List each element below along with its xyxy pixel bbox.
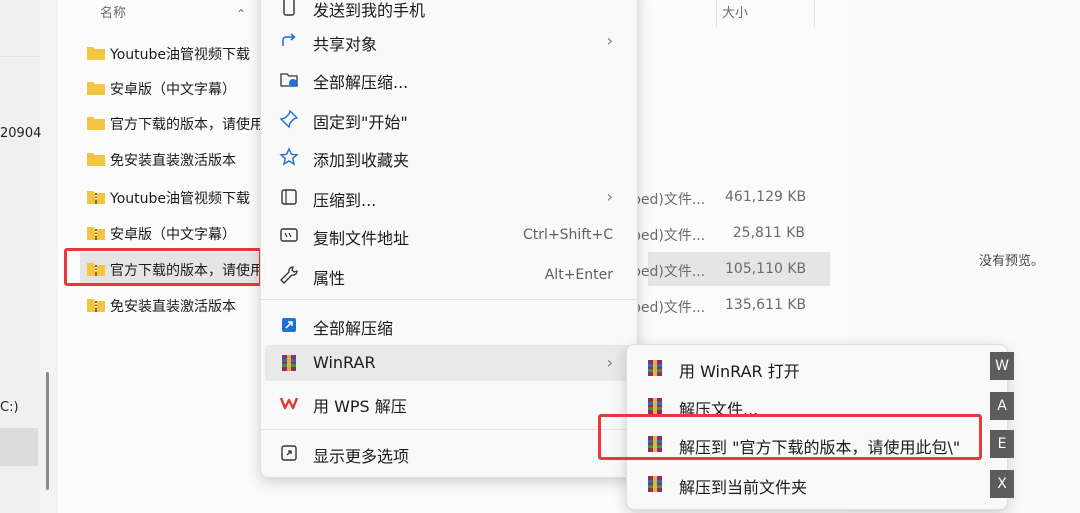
star-icon [279,147,299,166]
more-options-icon [281,445,297,461]
annotation-box-extract [598,414,982,460]
column-divider[interactable] [814,0,815,28]
file-type: ped)文件... [632,300,706,316]
menu-item-extract-all[interactable]: 全部解压缩... [265,61,633,97]
column-header-size[interactable]: 大小 [722,0,748,28]
copy-path-icon [280,228,298,242]
shortcut-properties: Alt+Enter [544,267,613,283]
context-menu: 发送到我的手机 共享对象 › 全部解压缩... 固定到"开始" 添加到收藏夹 压… [260,0,638,478]
folder-icon [87,153,105,166]
winrar-icon [648,360,662,376]
wps-icon [279,397,299,410]
menu-item-copy-path[interactable]: 复制文件地址 Ctrl+Shift+C [265,217,633,253]
chevron-right-icon: › [606,187,613,206]
column-divider[interactable] [716,0,717,28]
shortcut-copy-path: Ctrl+Shift+C [523,227,613,243]
zip-folder-icon [87,227,105,240]
winrar-icon [282,355,296,371]
nav-divider [0,56,40,57]
menu-item-wps-extract[interactable]: 用 WPS 解压 [265,385,633,421]
winrar-icon [648,398,662,414]
menu-separator [261,429,637,430]
file-name: 安卓版（中文字幕） [110,82,236,98]
wrench-icon [280,266,298,284]
chevron-right-icon: › [606,353,613,372]
menu-item-winrar[interactable]: WinRAR › [265,345,633,381]
menu-item-pin-to-start[interactable]: 固定到"开始" [265,101,633,137]
menu-item-properties[interactable]: 属性 Alt+Enter [265,257,633,293]
submenu-item-extract-here[interactable]: 解压到当前文件夹 [631,466,989,502]
menu-item-more-options[interactable]: 显示更多选项 [265,435,633,471]
folder-icon [87,47,105,60]
accelerator-key-w: W [990,352,1014,380]
share-icon [282,33,296,46]
accelerator-key-a: A [990,392,1014,420]
accelerator-key-x: X [990,470,1014,498]
file-name: Youtube油管视频下载 [110,47,250,63]
chevron-right-icon: › [606,31,613,50]
submenu-item-open-winrar[interactable]: 用 WinRAR 打开 [631,350,989,386]
file-size: 135,611 KB [725,297,807,313]
nav-item-drive[interactable]: C:) [0,400,19,415]
file-name: 免安装直装激活版本 [110,299,236,315]
column-header-name[interactable]: 名称 [100,0,126,28]
file-name: 官方下载的版本，请使用此包 [110,117,260,133]
file-size: 105,110 KB [725,261,807,277]
menu-item-send-to-phone[interactable]: 发送到我的手机 [265,0,633,25]
folder-icon [87,82,105,95]
nav-scrollbar[interactable] [46,372,49,490]
file-name: 免安装直装激活版本 [110,153,236,169]
winrar-icon [648,476,662,492]
nav-selected-item[interactable] [0,428,38,466]
phone-icon [283,0,295,16]
folder-icon [87,117,105,130]
file-name: 安卓版（中文字幕） [110,227,236,243]
file-type: ped)文件... [632,228,706,244]
navigation-pane: 20904 C:) [0,0,41,513]
file-name: Youtube油管视频下载 [110,191,250,207]
menu-item-add-favorites[interactable]: 添加到收藏夹 [265,139,633,175]
pin-icon [279,109,299,129]
extract-blue-icon [282,318,296,332]
extract-all-icon [280,73,298,87]
compress-icon [281,189,297,205]
menu-item-extract-all-2[interactable]: 全部解压缩 [265,307,633,343]
zip-folder-icon [87,299,105,312]
no-preview-message: 没有预览。 [979,254,1045,269]
menu-separator [261,299,637,300]
annotation-box-file [64,248,262,286]
sort-chevron-icon[interactable]: ⌃ [236,0,246,28]
menu-item-compress-to[interactable]: 压缩到... › [265,179,633,215]
nav-item-fragment[interactable]: 20904 [0,126,41,141]
file-size: 25,811 KB [732,225,805,241]
file-type: ped)文件... [632,264,706,280]
file-size: 461,129 KB [725,189,807,205]
file-type: ped)文件... [632,192,706,208]
menu-item-share[interactable]: 共享对象 › [265,23,633,59]
zip-folder-icon [87,191,105,204]
accelerator-key-e: E [990,430,1014,458]
